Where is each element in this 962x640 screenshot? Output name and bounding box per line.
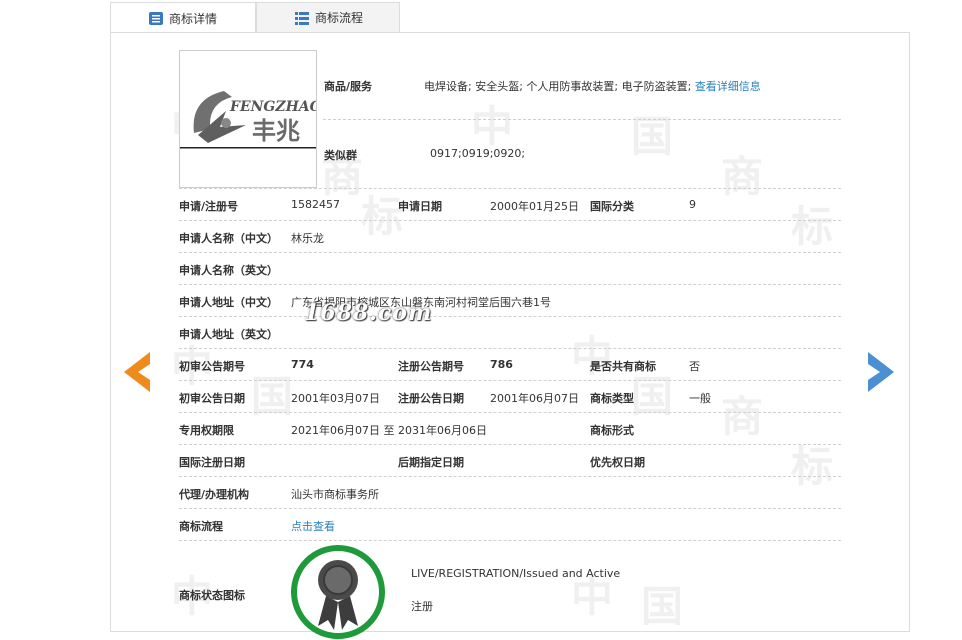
watermark-char: 标	[791, 202, 834, 251]
chevron-right-icon[interactable]	[866, 352, 894, 392]
exclusive-value: 2021年06月07日 至 2031年06月06日	[291, 424, 487, 437]
divider	[179, 540, 841, 541]
divider	[179, 412, 841, 413]
tm-form-label: 商标形式	[590, 424, 634, 437]
watermark-char: 标	[791, 442, 834, 491]
goods-value: 电焊设备; 安全头盔; 个人用防事故装置; 电子防盗装置; 查看详细信息	[424, 78, 761, 94]
tab-bar: 商标详情 商标流程	[110, 0, 910, 33]
divider	[179, 220, 841, 221]
address-cn-label: 申请人地址（中文）	[179, 296, 278, 309]
svg-text:丰兆: 丰兆	[252, 117, 300, 145]
view-details-link[interactable]: 查看详细信息	[695, 80, 761, 93]
intl-reg-date-label: 国际注册日期	[179, 456, 245, 469]
applicant-cn-label: 申请人名称（中文）	[179, 232, 278, 245]
reg-pub-no-label: 注册公告期号	[398, 360, 464, 373]
watermark-char: 国	[251, 372, 294, 421]
divider	[179, 284, 841, 285]
status-en-value: LIVE/REGISTRATION/Issued and Active	[411, 567, 621, 580]
goods-label: 商品/服务	[324, 80, 373, 93]
tm-type-value: 一般	[689, 392, 711, 405]
chevron-left-icon[interactable]	[124, 352, 152, 392]
agent-label: 代理/办理机构	[179, 488, 250, 501]
divider	[179, 348, 841, 349]
tab-label: 商标详情	[169, 11, 218, 26]
status-cn-value: 注册	[411, 600, 433, 613]
watermark-char: 商	[721, 152, 764, 201]
list-detail-icon	[149, 12, 163, 25]
divider	[179, 252, 841, 253]
watermark-char: 标	[361, 192, 404, 241]
reg-pub-date-label: 注册公告日期	[398, 392, 464, 405]
status-icon-label: 商标状态图标	[179, 589, 245, 602]
similar-group-label: 类似群	[324, 149, 357, 162]
tab-trademark-detail[interactable]: 商标详情	[110, 2, 256, 33]
reg-no-label: 申请/注册号	[179, 200, 239, 213]
watermark-char: 商	[721, 392, 764, 441]
priority-date-label: 优先权日期	[590, 456, 645, 469]
reg-pub-no-value: 786	[490, 358, 513, 371]
trademark-detail-panel: 中 中 国 商 标 商 标 中 国 中 国 商 标 中 中 国 FENGZHAO…	[110, 32, 910, 632]
divider	[179, 380, 841, 381]
prelim-no-label: 初审公告期号	[179, 360, 245, 373]
process-label: 商标流程	[179, 520, 223, 533]
tab-label: 商标流程	[315, 11, 364, 25]
applicant-cn-value: 林乐龙	[291, 232, 324, 245]
reg-pub-date-value: 2001年06月07日	[490, 392, 579, 405]
tm-type-label: 商标类型	[590, 392, 634, 405]
process-view-link[interactable]: 点击查看	[291, 518, 335, 534]
goods-list: 电焊设备; 安全头盔; 个人用防事故装置; 电子防盗装置;	[424, 80, 692, 93]
site-watermark: 1688.com	[304, 300, 433, 326]
apply-date-label: 申请日期	[398, 200, 442, 213]
divider	[179, 188, 841, 189]
trademark-logo: FENGZHAO 丰兆	[180, 51, 323, 187]
watermark-char: 中	[571, 332, 614, 381]
applicant-en-label: 申请人名称（英文）	[179, 264, 278, 277]
shared-value: 否	[689, 360, 700, 373]
svg-text:FENGZHAO: FENGZHAO	[229, 99, 316, 115]
divider	[179, 508, 841, 509]
trademark-logo-image: FENGZHAO 丰兆	[179, 50, 323, 188]
watermark-char: 国	[631, 112, 674, 161]
similar-group-value: 0917;0919;0920;	[430, 147, 526, 160]
registered-seal-icon	[291, 545, 385, 639]
watermark-char: 国	[641, 582, 684, 631]
divider	[179, 444, 841, 445]
intl-class-value: 9	[689, 198, 696, 211]
prelim-no-value: 774	[291, 358, 314, 371]
prelim-date-value: 2001年03月07日	[291, 392, 380, 405]
divider	[323, 119, 841, 120]
exclusive-label: 专用权期限	[179, 424, 234, 437]
address-en-label: 申请人地址（英文）	[179, 328, 278, 341]
tab-trademark-process[interactable]: 商标流程	[256, 2, 400, 32]
table-list-icon	[295, 12, 309, 25]
agent-value: 汕头市商标事务所	[291, 488, 379, 501]
intl-class-label: 国际分类	[590, 200, 634, 213]
divider	[179, 476, 841, 477]
shared-label: 是否共有商标	[590, 360, 656, 373]
later-date-label: 后期指定日期	[398, 456, 464, 469]
reg-no-value: 1582457	[291, 198, 340, 211]
prelim-date-label: 初审公告日期	[179, 392, 245, 405]
apply-date-value: 2000年01月25日	[490, 200, 579, 213]
divider	[179, 316, 841, 317]
watermark-char: 中	[471, 102, 514, 151]
